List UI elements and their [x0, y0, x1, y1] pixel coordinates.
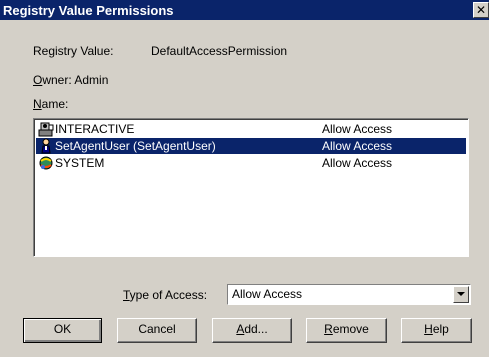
list-item[interactable]: SetAgentUser (SetAgentUser) Allow Access — [36, 138, 466, 154]
list-item-name: SetAgentUser (SetAgentUser) — [55, 139, 216, 153]
group-icon — [38, 121, 54, 137]
remove-button-label: emove — [332, 322, 369, 336]
name-mnemonic: N — [33, 97, 42, 111]
owner-mnemonic: O — [33, 73, 43, 87]
title-bar[interactable]: Registry Value Permissions ✕ — [0, 0, 489, 20]
registry-value-label: Registry Value: — [33, 44, 114, 58]
list-item-name: INTERACTIVE — [55, 122, 135, 136]
type-text: ype of Access: — [129, 288, 208, 302]
help-mnemonic: H — [424, 322, 433, 336]
ok-button-label: OK — [53, 322, 72, 336]
type-mnemonic: T — [123, 288, 130, 302]
help-button-label: elp — [432, 322, 449, 336]
add-button[interactable]: Add... — [212, 318, 292, 343]
owner-label: Owner: Admin — [33, 73, 108, 87]
list-item-name: SYSTEM — [55, 156, 105, 170]
user-icon — [38, 138, 54, 154]
registry-permissions-dialog: Registry Value Permissions ✕ Registry Va… — [0, 0, 489, 357]
name-label: Name: — [33, 97, 68, 111]
cancel-button-label: Cancel — [138, 322, 176, 336]
system-icon — [38, 155, 54, 171]
cancel-button[interactable]: Cancel — [117, 318, 197, 343]
type-of-access-label: Type of Access: — [123, 288, 207, 302]
help-button[interactable]: Help — [401, 318, 472, 343]
owner-text: wner: Admin — [42, 73, 109, 87]
permissions-list[interactable]: INTERACTIVE Allow Access SetAgentUser (S… — [33, 118, 469, 257]
close-icon: ✕ — [475, 3, 487, 17]
remove-button[interactable]: Remove — [306, 318, 387, 343]
list-item-access: Allow Access — [322, 139, 393, 153]
type-of-access-value: Allow Access — [232, 287, 303, 301]
add-button-label: dd... — [244, 322, 268, 336]
list-item[interactable]: INTERACTIVE Allow Access — [36, 121, 466, 137]
list-item-access: Allow Access — [322, 156, 393, 170]
registry-value-text: DefaultAccessPermission — [151, 44, 288, 58]
type-of-access-select[interactable]: Allow Access — [227, 284, 471, 305]
list-item-access: Allow Access — [322, 122, 393, 136]
name-text: ame: — [41, 97, 69, 111]
window-title: Registry Value Permissions — [3, 3, 174, 18]
ok-button[interactable]: OK — [23, 318, 102, 343]
list-item[interactable]: SYSTEM Allow Access — [36, 155, 466, 171]
close-button[interactable]: ✕ — [473, 2, 489, 18]
remove-mnemonic: R — [324, 322, 333, 336]
chevron-down-icon[interactable] — [453, 286, 469, 303]
